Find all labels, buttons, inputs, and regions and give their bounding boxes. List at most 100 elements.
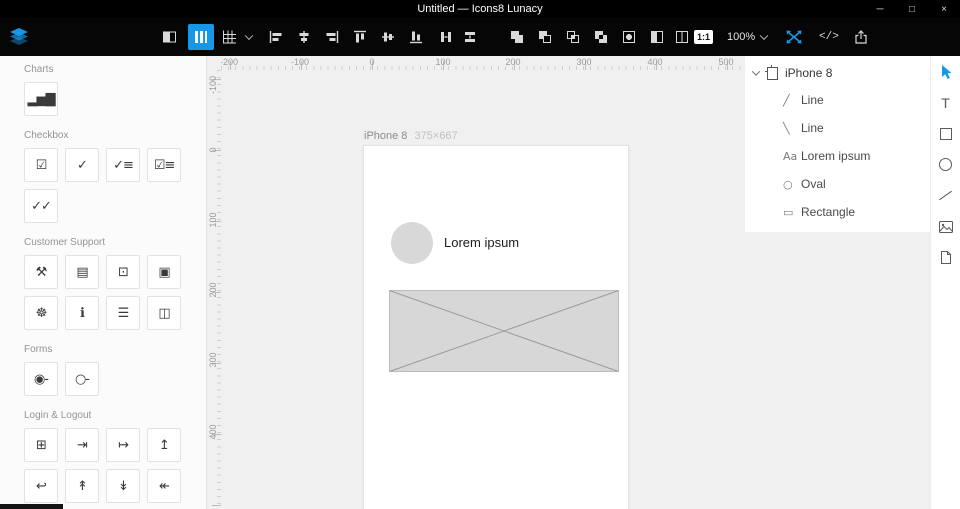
library-section-checkbox: Checkbox ☑ ✓ ✓≡ ☑≡ ✓✓ bbox=[0, 130, 206, 223]
logout-icon[interactable]: ↦ bbox=[106, 428, 140, 462]
checklist-box-icon[interactable]: ☑≡ bbox=[147, 148, 181, 182]
feedback-icon[interactable]: ☰ bbox=[106, 296, 140, 330]
text-layer[interactable]: Lorem ipsum bbox=[444, 235, 519, 250]
tile-glyph: ◫ bbox=[158, 305, 170, 321]
artboard-name[interactable]: iPhone 8 bbox=[364, 130, 407, 142]
pixel-ratio-badge[interactable]: 1:1 bbox=[694, 30, 714, 44]
grid-icon[interactable] bbox=[223, 30, 236, 44]
grid-dropdown-chevron-icon[interactable] bbox=[244, 31, 254, 41]
page-icon bbox=[940, 251, 951, 264]
layer-row[interactable]: ╲ Line bbox=[745, 114, 930, 142]
layer-row[interactable]: Aa Lorem ipsum bbox=[745, 142, 930, 170]
shutdown-icon[interactable]: ↥ bbox=[147, 428, 181, 462]
layer-name: Lorem ipsum bbox=[801, 149, 871, 163]
tile-glyph: ↩ bbox=[36, 478, 47, 494]
maximize-button[interactable]: □ bbox=[896, 0, 928, 18]
return-icon[interactable]: ↞ bbox=[147, 469, 181, 503]
back-arrow-icon[interactable]: ↩ bbox=[24, 469, 58, 503]
artboard-iphone8[interactable]: iPhone 8 375×667 Lorem ipsum bbox=[363, 130, 629, 509]
double-check-icon[interactable]: ✓✓ bbox=[24, 189, 58, 223]
line-tool[interactable] bbox=[931, 180, 960, 211]
layout-grid-icon[interactable] bbox=[188, 24, 214, 50]
layer-name: Rectangle bbox=[801, 205, 856, 219]
align-middle-vertical-icon[interactable] bbox=[381, 30, 395, 44]
oval-shape[interactable] bbox=[391, 222, 433, 264]
align-center-horizontal-icon[interactable] bbox=[297, 30, 311, 44]
tile-glyph: ☑ bbox=[35, 157, 48, 173]
align-top-icon[interactable] bbox=[353, 30, 367, 44]
text-icon: Aa bbox=[783, 149, 798, 163]
artboard-label[interactable]: iPhone 8 375×667 bbox=[364, 130, 458, 142]
zoom-level[interactable]: 100% bbox=[727, 31, 755, 43]
page-tool[interactable] bbox=[931, 242, 960, 273]
flip-icon[interactable] bbox=[650, 30, 664, 44]
layer-row[interactable]: ○ Oval bbox=[745, 170, 930, 198]
image-placeholder-rectangle[interactable] bbox=[389, 290, 619, 372]
zoom-to-fit-icon[interactable] bbox=[786, 30, 802, 44]
lunacy-logo-icon[interactable] bbox=[8, 28, 30, 46]
union-icon[interactable] bbox=[510, 30, 524, 44]
export-icon[interactable] bbox=[854, 30, 868, 45]
intersect-icon[interactable] bbox=[566, 30, 580, 44]
tile-glyph: ▣ bbox=[158, 264, 170, 280]
tools-icon[interactable]: ⚒ bbox=[24, 255, 58, 289]
difference-icon[interactable] bbox=[594, 30, 608, 44]
copy-icon[interactable]: ▣ bbox=[147, 255, 181, 289]
user-manual-icon[interactable]: ◫ bbox=[147, 296, 181, 330]
ruler-corner bbox=[208, 56, 221, 70]
oval-icon bbox=[939, 158, 952, 171]
align-left-icon[interactable] bbox=[269, 30, 283, 44]
collapse-chevron-icon[interactable] bbox=[751, 67, 761, 76]
layer-root-iphone8[interactable]: iPhone 8 bbox=[745, 60, 930, 86]
oval-tool[interactable] bbox=[931, 149, 960, 180]
zoom-dropdown-chevron-icon[interactable] bbox=[759, 31, 769, 41]
info-icon[interactable]: ℹ bbox=[65, 296, 99, 330]
ruler-label: 200 bbox=[505, 57, 521, 67]
download-icon[interactable]: ↡ bbox=[106, 469, 140, 503]
text-tool-icon: T bbox=[941, 94, 950, 111]
tile-glyph: ✓≡ bbox=[113, 157, 134, 173]
radio-icon[interactable]: ○- bbox=[65, 362, 99, 396]
login-scan-icon[interactable]: ⊞ bbox=[24, 428, 58, 462]
mask-icon[interactable] bbox=[622, 30, 636, 44]
distribute-horizontal-icon[interactable] bbox=[439, 30, 453, 44]
login-icon[interactable]: ⇥ bbox=[65, 428, 99, 462]
tile-glyph: ⇥ bbox=[77, 437, 88, 453]
online-support-icon[interactable]: ⊡ bbox=[106, 255, 140, 289]
tile-glyph: ⊡ bbox=[118, 264, 129, 280]
subtract-icon[interactable] bbox=[538, 30, 552, 44]
checklist-check-icon[interactable]: ✓≡ bbox=[106, 148, 140, 182]
image-tool[interactable] bbox=[931, 211, 960, 242]
lifebuoy-icon[interactable]: ☸ bbox=[24, 296, 58, 330]
ruler-label: 400 bbox=[208, 424, 218, 440]
text-tool[interactable]: T bbox=[931, 87, 960, 118]
distribute-vertical-icon[interactable] bbox=[463, 30, 477, 44]
rectangle-tool[interactable] bbox=[931, 118, 960, 149]
code-view-button[interactable]: </> bbox=[819, 31, 839, 43]
section-label: Checkbox bbox=[24, 130, 69, 141]
layer-name: Line bbox=[801, 93, 824, 107]
radio-checked-icon[interactable]: ◉- bbox=[24, 362, 58, 396]
checkmark-icon[interactable]: ✓ bbox=[65, 148, 99, 182]
layer-name: iPhone 8 bbox=[785, 66, 833, 80]
line-chart-icon[interactable]: ▂▅▇ bbox=[24, 82, 58, 116]
layer-row[interactable]: ▭ Rectangle bbox=[745, 198, 930, 226]
artboard-size: 375×667 bbox=[414, 130, 458, 142]
minimize-button[interactable]: ─ bbox=[864, 0, 896, 18]
tile-glyph: ℹ bbox=[80, 305, 85, 321]
left-panel-toggle-icon[interactable] bbox=[163, 31, 176, 43]
close-button[interactable]: × bbox=[928, 0, 960, 18]
preview-icon[interactable] bbox=[675, 30, 689, 44]
ruler-label: 100 bbox=[435, 57, 451, 67]
select-tool[interactable] bbox=[931, 56, 960, 87]
survey-icon[interactable]: ▤ bbox=[65, 255, 99, 289]
rectangle-icon bbox=[939, 127, 952, 140]
layer-row[interactable]: ╱ Line bbox=[745, 86, 930, 114]
upload-icon[interactable]: ↟ bbox=[65, 469, 99, 503]
tile-glyph: ✓✓ bbox=[31, 198, 52, 214]
align-bottom-icon[interactable] bbox=[409, 30, 423, 44]
tile-glyph: ▂▅▇ bbox=[27, 91, 56, 107]
checkbox-checked-icon[interactable]: ☑ bbox=[24, 148, 58, 182]
align-right-icon[interactable] bbox=[325, 30, 339, 44]
tile-glyph: ↟ bbox=[77, 478, 88, 494]
